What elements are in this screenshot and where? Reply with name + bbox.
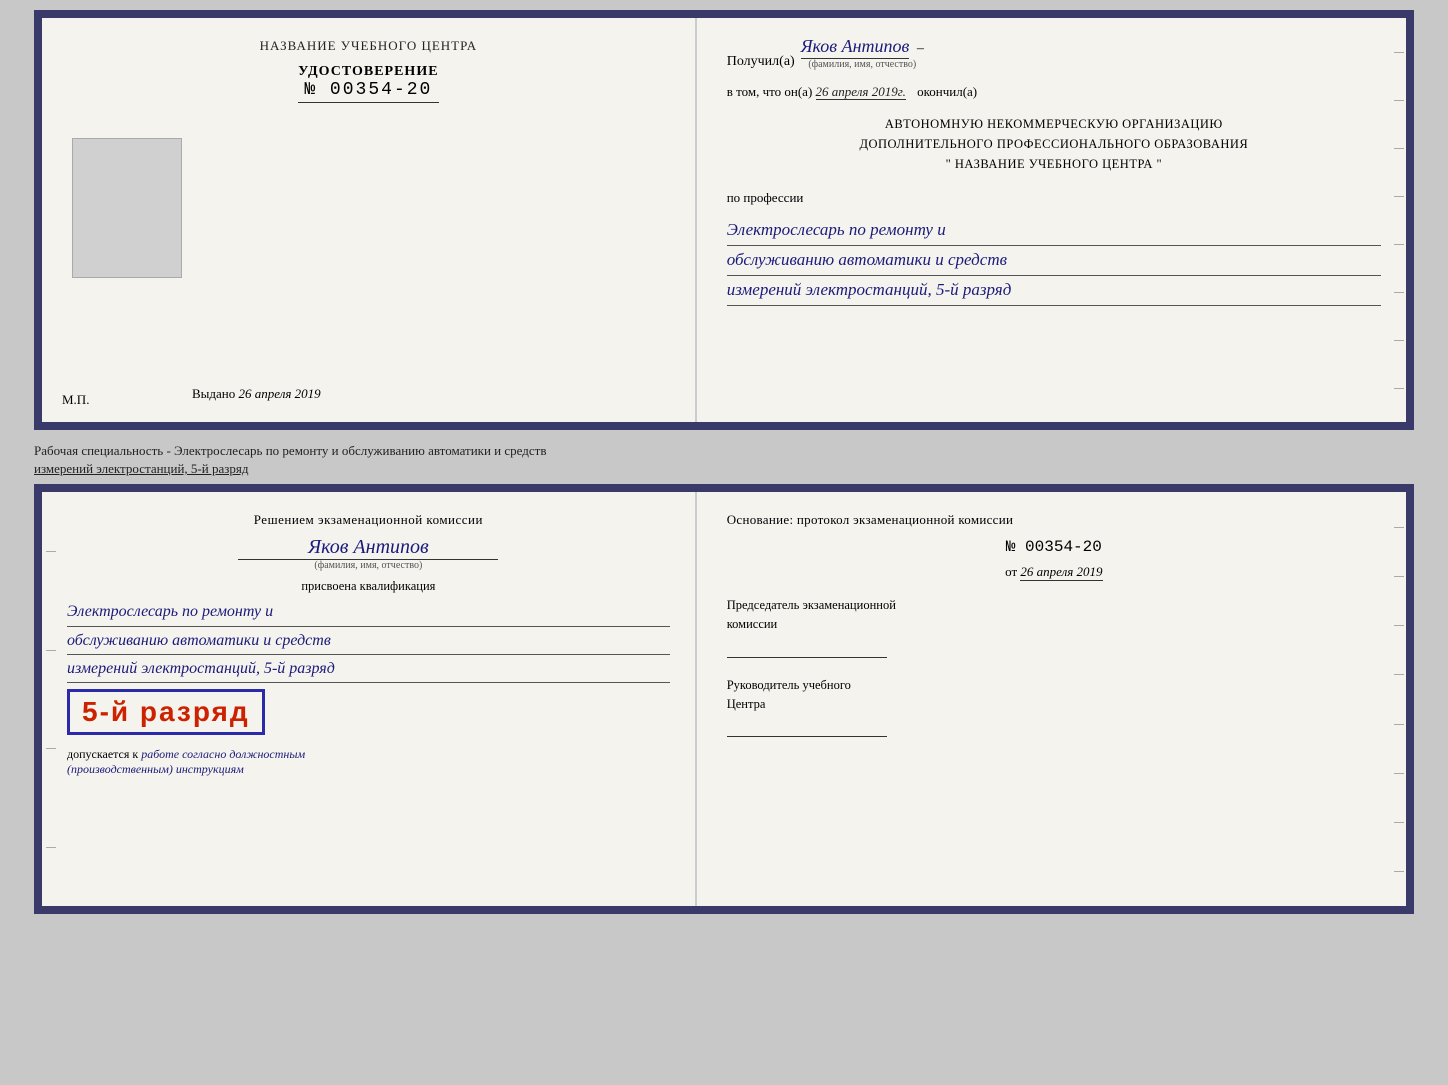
recipient-line: Получил(а) Яков Антипов – (фамилия, имя,… (727, 36, 1381, 70)
recipient-name: Яков Антипов (801, 36, 910, 59)
cert-bottom-left: Решением экзаменационной комиссии Яков А… (42, 492, 697, 906)
cert-top-left: НАЗВАНИЕ УЧЕБНОГО ЦЕНТРА УДОСТОВЕРЕНИЕ №… (42, 18, 697, 422)
sdr-3 (1394, 625, 1404, 626)
name-block-bottom: Яков Антипов (фамилия, имя, отчество) (67, 536, 670, 571)
mp-label: М.П. (62, 392, 89, 408)
side-line-1 (1394, 52, 1404, 53)
bottom-name: Яков Антипов (238, 536, 498, 560)
poluchil-label: Получил(а) (727, 54, 795, 70)
qual-line2: обслуживанию автоматики и средств (67, 627, 670, 655)
udost-num: № 00354-20 (298, 80, 438, 103)
org-block: АВТОНОМНУЮ НЕКОММЕРЧЕСКУЮ ОРГАНИЗАЦИЮ ДО… (727, 114, 1381, 174)
between-line2: измерений электростанций, 5-й разряд (34, 460, 1414, 478)
sdr-4 (1394, 674, 1404, 675)
razryad-text: 5-й разряд (82, 696, 250, 727)
sdr-6 (1394, 773, 1404, 774)
qual-line3: измерений электростанций, 5-й разряд (67, 655, 670, 683)
photo-placeholder (72, 138, 182, 278)
ruk-block: Руководитель учебного Центра (727, 676, 1381, 738)
razryad-badge: 5-й разряд (67, 689, 265, 735)
ruk-line1: Руководитель учебного (727, 678, 851, 692)
chair-line2: комиссии (727, 617, 778, 631)
chair-line1: Председатель экзаменационной (727, 598, 896, 612)
poprofessii-label: по профессии (727, 190, 1381, 206)
vudano-line: Выдано 26 апреля 2019 (192, 386, 321, 402)
dash: – (917, 41, 924, 56)
vtom-date: 26 апреля 2019г. (816, 84, 906, 100)
reshenie-title: Решением экзаменационной комиссии (67, 512, 670, 528)
udost-block: УДОСТОВЕРЕНИЕ № 00354-20 (298, 64, 438, 103)
prof-line3: измерений электростанций, 5-й разряд (727, 276, 1381, 306)
side-line-8 (1394, 388, 1404, 389)
udost-label: УДОСТОВЕРЕНИЕ (298, 64, 438, 80)
recipient-block: Яков Антипов – (фамилия, имя, отчество) (801, 36, 924, 70)
cert-bottom-right: Основание: протокол экзаменационной коми… (697, 492, 1406, 906)
sdr-8 (1394, 871, 1404, 872)
prof-line2: обслуживанию автоматики и средств (727, 246, 1381, 276)
side-line-5 (1394, 244, 1404, 245)
ruk-title: Руководитель учебного Центра (727, 676, 1381, 714)
sdr-2 (1394, 576, 1404, 577)
certificate-top: НАЗВАНИЕ УЧЕБНОГО ЦЕНТРА УДОСТОВЕРЕНИЕ №… (34, 10, 1414, 430)
chair-block: Председатель экзаменационной комиссии (727, 596, 1381, 658)
sdl-3 (46, 748, 56, 749)
vtom-label: в том, что он(а) (727, 84, 813, 99)
side-decorations-bottom-left (42, 492, 58, 906)
sdl-2 (46, 650, 56, 651)
side-line-2 (1394, 100, 1404, 101)
fio-subtitle-top: (фамилия, имя, отчество) (801, 59, 924, 70)
side-line-4 (1394, 196, 1404, 197)
org-line3: " НАЗВАНИЕ УЧЕБНОГО ЦЕНТРА " (727, 154, 1381, 174)
sdr-7 (1394, 822, 1404, 823)
sdl-4 (46, 847, 56, 848)
vudano-label: Выдано (192, 386, 235, 401)
between-label: Рабочая специальность - Электрослесарь п… (34, 438, 1414, 484)
ot-prefix: от (1005, 564, 1017, 579)
center-title-top: НАЗВАНИЕ УЧЕБНОГО ЦЕНТРА (260, 38, 477, 54)
vudano-date: 26 апреля 2019 (239, 386, 321, 401)
okonchil-label: окончил(а) (917, 84, 977, 99)
fio-sub-bottom: (фамилия, имя, отчество) (67, 560, 670, 571)
ot-date-line: от 26 апреля 2019 (727, 564, 1381, 580)
side-line-6 (1394, 292, 1404, 293)
dopuskaetsya-prefix: допускается к (67, 747, 138, 761)
dopusk-text2: (производственным) инструкциям (67, 762, 244, 776)
side-decorations (1390, 18, 1406, 422)
side-decorations-bottom-right (1390, 492, 1406, 906)
chair-signature-line (727, 638, 887, 658)
prisvoena-label: присвоена квалификация (67, 579, 670, 594)
ruk-signature-line (727, 717, 887, 737)
side-line-7 (1394, 340, 1404, 341)
dopusk-text: работе согласно должностным (141, 747, 305, 761)
profession-text: Электрослесарь по ремонту и обслуживанию… (727, 216, 1381, 306)
sdr-5 (1394, 724, 1404, 725)
sdl-1 (46, 551, 56, 552)
protocol-num: № 00354-20 (727, 538, 1381, 556)
certificate-bottom: Решением экзаменационной комиссии Яков А… (34, 484, 1414, 914)
osnovanie-title: Основание: протокол экзаменационной коми… (727, 512, 1381, 528)
vtom-line: в том, что он(а) 26 апреля 2019г. окончи… (727, 84, 1381, 100)
ot-date: 26 апреля 2019 (1020, 564, 1102, 581)
ruk-line2: Центра (727, 697, 766, 711)
dopuskaetsya-block: допускается к работе согласно должностны… (67, 747, 670, 777)
cert-top-right: Получил(а) Яков Антипов – (фамилия, имя,… (697, 18, 1406, 422)
between-line1: Рабочая специальность - Электрослесарь п… (34, 442, 1414, 460)
org-line2: ДОПОЛНИТЕЛЬНОГО ПРОФЕССИОНАЛЬНОГО ОБРАЗО… (727, 134, 1381, 154)
prof-line1: Электрослесарь по ремонту и (727, 216, 1381, 246)
qual-line1: Электрослесарь по ремонту и (67, 598, 670, 626)
sdr-1 (1394, 527, 1404, 528)
qualification-text: Электрослесарь по ремонту и обслуживанию… (67, 598, 670, 683)
org-line1: АВТОНОМНУЮ НЕКОММЕРЧЕСКУЮ ОРГАНИЗАЦИЮ (727, 114, 1381, 134)
chair-title: Председатель экзаменационной комиссии (727, 596, 1381, 634)
side-line-3 (1394, 148, 1404, 149)
